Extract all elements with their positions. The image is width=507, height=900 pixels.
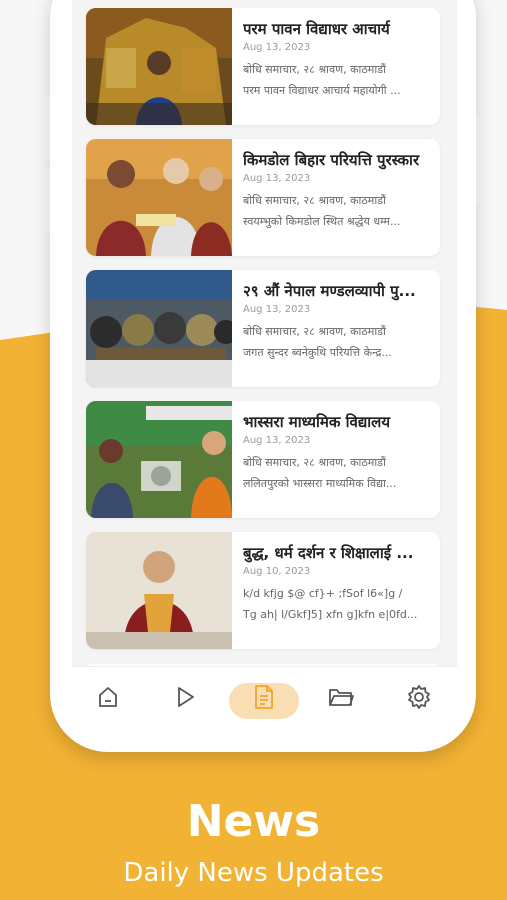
news-excerpt-line: k/d kfjg $@ cf}+ ;fSof l6«]g /: [243, 587, 403, 600]
news-excerpt-line: बोधि समाचार, २८ श्रावण, काठमाडौं: [243, 194, 386, 207]
news-card[interactable]: भास्सरा माध्यमिक विद्यालय Aug 13, 2023 ब…: [86, 401, 440, 518]
play-icon: [172, 684, 198, 714]
phone-volume-button: [46, 95, 50, 159]
news-excerpt-line: बोधि समाचार, २८ श्रावण, काठमाडौं: [243, 456, 386, 469]
app-screen: परम पावन विद्याधर आचार्य Aug 13, 2023 बो…: [72, 0, 457, 730]
news-excerpt-line: बोधि समाचार, २८ श्रावण, काठमाडौं: [243, 63, 386, 76]
nav-home[interactable]: [88, 681, 128, 717]
news-thumbnail: [86, 139, 232, 256]
promo-subtitle: Daily News Updates: [123, 858, 384, 888]
news-excerpt-line: जगत सुन्दर ब्वनेकुथि परियत्ति केन्द्र...: [243, 346, 392, 359]
nav-settings[interactable]: [399, 681, 439, 717]
nav-video[interactable]: [165, 681, 205, 717]
news-card[interactable]: २९ औं नेपाल मण्डलव्यापी पु... Aug 13, 20…: [86, 270, 440, 387]
news-excerpt-line: ललितपुरको भास्सरा माध्यमिक विद्या...: [243, 477, 397, 490]
news-date: Aug 13, 2023: [243, 304, 311, 315]
news-thumbnail: [86, 270, 232, 387]
folder-icon: [327, 684, 355, 714]
phone-volume-button-lower: [46, 170, 50, 234]
news-date: Aug 13, 2023: [243, 173, 311, 184]
news-date: Aug 10, 2023: [243, 566, 311, 577]
news-title: परम पावन विद्याधर आचार्य: [243, 20, 390, 38]
news-thumbnail: [86, 401, 232, 518]
home-icon: [95, 684, 121, 714]
bottom-nav: [72, 666, 457, 730]
news-list: परम पावन विद्याधर आचार्य Aug 13, 2023 बो…: [86, 8, 440, 663]
news-date: Aug 13, 2023: [243, 435, 311, 446]
news-excerpt-line: Tg ah| l/Gkf]5] xfn g]kfn e|0fd...: [243, 608, 418, 621]
news-card[interactable]: बुद्ध, धर्म दर्शन र शिक्षालाई ... Aug 10…: [86, 532, 440, 649]
news-card[interactable]: परम पावन विद्याधर आचार्य Aug 13, 2023 बो…: [86, 8, 440, 125]
settings-icon: [406, 684, 432, 714]
news-excerpt-line: परम पावन विद्याधर आचार्य महायोगी ...: [243, 84, 401, 97]
news-thumbnail: [86, 8, 232, 125]
news-date: Aug 13, 2023: [243, 42, 311, 53]
news-excerpt-line: बोधि समाचार, २८ श्रावण, काठमाडौं: [243, 325, 386, 338]
promo-title: News: [186, 796, 321, 847]
news-title: किमडोल बिहार परियत्ति पुरस्कार: [243, 151, 420, 169]
news-excerpt-line: स्वयम्भुको किमडोल स्थित श्रद्धेय धम्म...: [243, 215, 401, 228]
nav-folder[interactable]: [321, 681, 361, 717]
news-title: बुद्ध, धर्म दर्शन र शिक्षालाई ...: [243, 544, 414, 562]
news-title: भास्सरा माध्यमिक विद्यालय: [243, 413, 391, 431]
document-icon: [251, 683, 277, 715]
phone-power-button: [476, 115, 480, 205]
news-card[interactable]: किमडोल बिहार परियत्ति पुरस्कार Aug 13, 2…: [86, 139, 440, 256]
news-thumbnail: [86, 532, 232, 649]
nav-news[interactable]: [244, 681, 284, 717]
news-title: २९ औं नेपाल मण्डलव्यापी पु...: [243, 282, 416, 300]
